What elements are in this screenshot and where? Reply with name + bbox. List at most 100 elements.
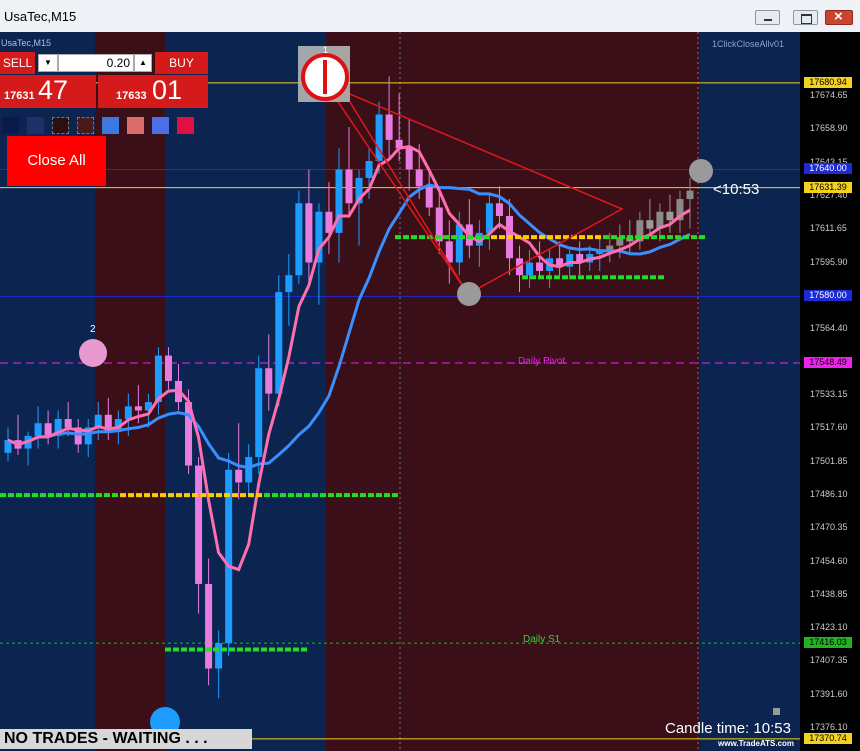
resistance-dash-bar bbox=[459, 235, 465, 240]
resistance-dash-bar bbox=[515, 235, 521, 240]
candle-body bbox=[215, 643, 223, 669]
candle-body bbox=[536, 262, 544, 271]
candle-body bbox=[235, 469, 243, 483]
volume-input[interactable] bbox=[58, 54, 134, 72]
s1-dash-bar bbox=[253, 647, 259, 652]
support-dash-bar bbox=[232, 493, 238, 498]
bid-quote[interactable]: 17631 47 bbox=[0, 75, 96, 108]
minor-dash-bar bbox=[602, 275, 608, 280]
color-swatch[interactable] bbox=[177, 117, 194, 134]
s1-dash-bar bbox=[237, 647, 243, 652]
s1-dash-bar bbox=[229, 647, 235, 652]
resistance-dash-bar bbox=[395, 235, 401, 240]
price-axis-tick: 17486.10 bbox=[810, 488, 848, 499]
candle-body bbox=[245, 457, 253, 483]
resistance-dash-bar bbox=[451, 235, 457, 240]
candle-body bbox=[124, 406, 132, 419]
minor-dash-bar bbox=[618, 275, 624, 280]
price-axis-tick: 17611.65 bbox=[810, 223, 847, 234]
support-dash-bar bbox=[32, 493, 38, 498]
resistance-dash-bar bbox=[659, 235, 665, 240]
support-dash-bar bbox=[384, 493, 390, 498]
resistance-dash-bar bbox=[435, 235, 441, 240]
candle-body bbox=[495, 203, 503, 216]
candle-body bbox=[164, 355, 172, 381]
s1-dash-bar bbox=[221, 647, 227, 652]
volume-decrease-button[interactable]: ▼ bbox=[38, 54, 58, 72]
support-dash-bar bbox=[8, 493, 14, 498]
buy-button[interactable]: BUY bbox=[155, 52, 208, 74]
color-swatch[interactable] bbox=[102, 117, 119, 134]
support-dash-bar bbox=[296, 493, 302, 498]
bid-price-prefix: 17631 bbox=[4, 90, 35, 102]
support-dash-bar bbox=[88, 493, 94, 498]
candle-body bbox=[666, 211, 674, 221]
s1-dash-bar bbox=[213, 647, 219, 652]
color-swatch[interactable] bbox=[2, 117, 19, 134]
candle-body bbox=[526, 262, 534, 276]
minor-dash-bar bbox=[554, 275, 560, 280]
color-swatch[interactable] bbox=[77, 117, 94, 134]
minor-dash-bar bbox=[650, 275, 656, 280]
color-swatch[interactable] bbox=[27, 117, 44, 134]
support-dash-bar bbox=[320, 493, 326, 498]
minor-dash-bar bbox=[522, 275, 528, 280]
candle-body bbox=[415, 169, 423, 187]
support-dash-bar bbox=[64, 493, 70, 498]
resistance-dash-bar bbox=[683, 235, 689, 240]
support-dash-bar bbox=[136, 493, 142, 498]
color-swatch[interactable] bbox=[127, 117, 144, 134]
close-window-button[interactable] bbox=[825, 8, 853, 25]
support-dash-bar bbox=[72, 493, 78, 498]
support-dash-bar bbox=[208, 493, 214, 498]
volume-increase-button[interactable]: ▲ bbox=[134, 54, 152, 72]
support-dash-bar bbox=[392, 493, 398, 498]
minor-dash-bar bbox=[626, 275, 632, 280]
candle-body bbox=[405, 148, 413, 170]
resistance-dash-bar bbox=[627, 235, 633, 240]
price-tag: 17640.00 bbox=[804, 163, 852, 175]
price-axis-tick: 17595.90 bbox=[810, 256, 848, 267]
candle-body bbox=[195, 465, 203, 584]
support-dash-bar bbox=[224, 493, 230, 498]
support-dash-bar bbox=[160, 493, 166, 498]
price-axis-tick: 17564.40 bbox=[810, 323, 848, 334]
support-dash-bar bbox=[24, 493, 30, 498]
resistance-dash-bar bbox=[403, 235, 409, 240]
support-dash-bar bbox=[16, 493, 22, 498]
close-all-button[interactable]: Close All bbox=[7, 136, 106, 186]
candle-body bbox=[686, 190, 694, 200]
support-dash-bar bbox=[0, 493, 6, 498]
candle-body bbox=[455, 224, 463, 263]
price-tag: 17580.00 bbox=[804, 290, 852, 302]
price-axis-tick: 17423.10 bbox=[810, 622, 848, 633]
candle-body bbox=[134, 406, 142, 411]
minimize-button[interactable] bbox=[755, 10, 780, 25]
chart-symbol-label: UsaTec,M15 bbox=[1, 38, 52, 48]
resistance-dash-bar bbox=[499, 235, 505, 240]
resistance-dash-bar bbox=[603, 235, 609, 240]
price-chart[interactable]: UsaTec,M15 1ClickCloseAllv01 SELL ▼ ▲ BU… bbox=[0, 32, 860, 751]
candle-time-label: Candle time: bbox=[665, 720, 750, 737]
resistance-dash-bar bbox=[507, 235, 513, 240]
s1-dash-bar bbox=[181, 647, 187, 652]
support-dash-bar bbox=[288, 493, 294, 498]
support-dash-bar bbox=[184, 493, 190, 498]
minor-dash-bar bbox=[530, 275, 536, 280]
s1-dash-bar bbox=[261, 647, 267, 652]
ask-price-prefix: 17633 bbox=[116, 90, 147, 102]
resistance-dash-bar bbox=[523, 235, 529, 240]
price-tag: 17370.74 bbox=[804, 732, 852, 744]
candle-body bbox=[345, 169, 353, 204]
maximize-button[interactable] bbox=[793, 10, 818, 25]
daily-s1-label: Daily S1 bbox=[523, 634, 561, 645]
support-dash-bar bbox=[104, 493, 110, 498]
chart-shift-marker[interactable] bbox=[773, 708, 780, 715]
ask-quote[interactable]: 17633 01 bbox=[98, 75, 208, 108]
sell-button[interactable]: SELL bbox=[0, 52, 35, 74]
signal-number-1: 1 bbox=[323, 45, 329, 55]
color-swatch[interactable] bbox=[152, 117, 169, 134]
color-swatch[interactable] bbox=[52, 117, 69, 134]
resistance-dash-bar bbox=[587, 235, 593, 240]
trade-status-bar: NO TRADES - WAITING . . . bbox=[0, 729, 252, 749]
